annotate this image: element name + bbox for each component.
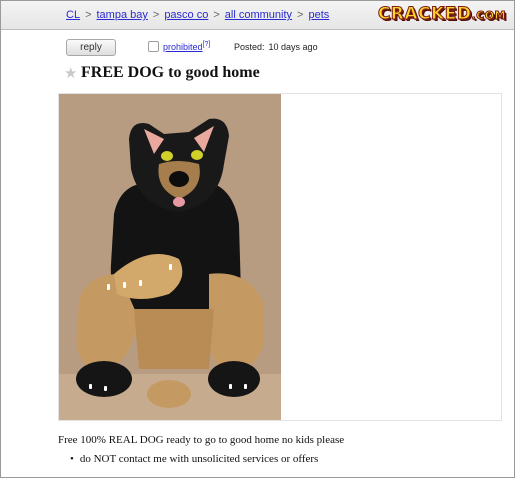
post-toolbar: reply prohibited[?] Posted: 10 days ago [0, 36, 515, 58]
logo-suffix: .COM [471, 9, 506, 23]
post-body: Free 100% REAL DOG ready to go to good h… [58, 434, 345, 446]
post-title: FREE DOG to good home [81, 64, 260, 81]
posted-value: 10 days ago [268, 42, 318, 52]
bullet-icon: • [70, 453, 74, 465]
help-link[interactable]: [?] [203, 41, 211, 48]
breadcrumb-cl-link[interactable]: CL [66, 9, 80, 21]
cracked-logo: CRACKED.COM [377, 4, 506, 25]
breadcrumb-separator: > [213, 9, 220, 21]
post-photo[interactable] [59, 94, 281, 420]
prohibited-link[interactable]: prohibited [163, 42, 203, 52]
breadcrumb: CL > tampa bay > pasco co > all community > pets [66, 9, 329, 21]
posted-label: Posted: [234, 42, 265, 52]
breadcrumb-all-community-link[interactable]: all community [225, 9, 292, 21]
image-panel [58, 93, 502, 421]
checkbox-icon[interactable] [148, 41, 159, 52]
bullet-text: do NOT contact me with unsolicited servi… [79, 453, 319, 465]
reply-button[interactable]: reply [66, 39, 116, 56]
breadcrumb-separator: > [297, 9, 304, 21]
breadcrumb-separator: > [85, 9, 92, 21]
list-item: • do NOT contact me with unsolicited serv… [70, 453, 318, 465]
logo-text: CRACKED [377, 4, 472, 25]
breadcrumb-tampa-bay-link[interactable]: tampa bay [97, 9, 148, 21]
header-bar: CL > tampa bay > pasco co > all community > pets… [1, 1, 514, 30]
star-icon[interactable]: ★ [64, 64, 77, 82]
posted-info: Posted: 10 days ago [234, 42, 318, 52]
breadcrumb-separator: > [152, 9, 160, 21]
breadcrumb-pasco-co-link[interactable]: pasco co [164, 9, 208, 21]
breadcrumb-pets-link[interactable]: pets [308, 9, 329, 21]
flag-prohibited[interactable]: prohibited[?] [148, 41, 210, 52]
